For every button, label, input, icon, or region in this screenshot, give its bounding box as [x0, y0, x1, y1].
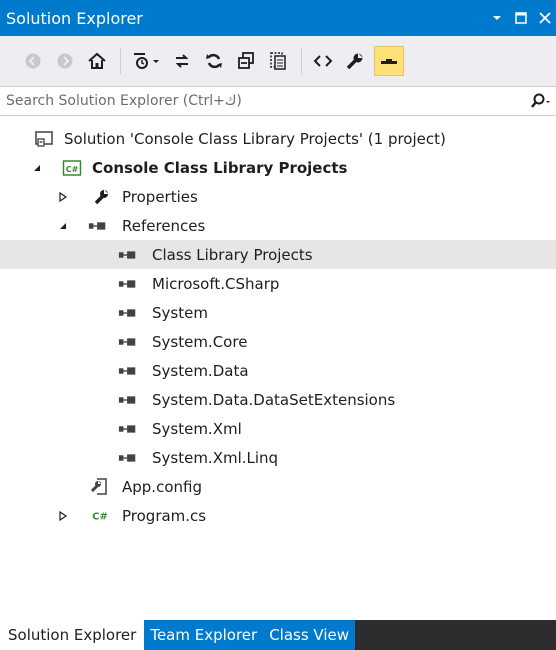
tab-solution-explorer[interactable]: Solution Explorer	[0, 620, 145, 650]
reference-label: System.Data.DataSetExtensions	[152, 390, 396, 409]
search-icon[interactable]	[526, 87, 556, 115]
reference-icon	[118, 390, 138, 410]
show-all-files-icon[interactable]	[265, 46, 291, 76]
tool-window-tabs: Solution Explorer Team Explorer Class Vi…	[0, 620, 556, 650]
reference-label: Class Library Projects	[152, 245, 313, 264]
config-file-icon	[90, 477, 110, 497]
close-icon[interactable]	[538, 11, 552, 25]
tab-team-explorer[interactable]: Team Explorer	[144, 620, 264, 650]
tree-row-reference[interactable]: System.Core	[0, 327, 556, 356]
expanded-arrow-icon[interactable]	[30, 161, 44, 175]
tree-row-properties[interactable]: Properties	[0, 182, 556, 211]
sync-icon[interactable]	[169, 46, 195, 76]
tab-class-view[interactable]: Class View	[263, 620, 356, 650]
svg-text:C#: C#	[92, 511, 108, 522]
window-title: Solution Explorer	[6, 8, 143, 28]
solution-icon	[34, 129, 54, 149]
search-box[interactable]: Search Solution Explorer (Ctrl+ك)	[0, 86, 556, 116]
view-code-icon[interactable]	[310, 46, 336, 76]
tree-row-reference[interactable]: System.Xml	[0, 414, 556, 443]
reference-label: System.Core	[152, 332, 248, 351]
tree-row-reference[interactable]: System.Data	[0, 356, 556, 385]
toolbar-separator	[120, 48, 121, 74]
reference-icon	[118, 361, 138, 381]
csharp-file-icon: C#	[90, 506, 110, 526]
solution-label: Solution 'Console Class Library Projects…	[64, 129, 446, 148]
title-bar: Solution Explorer	[0, 0, 556, 36]
references-icon	[88, 216, 108, 236]
svg-text:C#: C#	[66, 165, 79, 174]
refresh-icon[interactable]	[201, 46, 227, 76]
collapse-all-icon[interactable]	[233, 46, 259, 76]
reference-icon	[118, 274, 138, 294]
pending-changes-filter-icon[interactable]	[129, 46, 163, 76]
reference-label: System.Xml	[152, 419, 242, 438]
preview-selected-icon[interactable]	[374, 46, 404, 76]
reference-icon	[118, 448, 138, 468]
expanded-arrow-icon[interactable]	[56, 219, 70, 233]
tree-row-reference[interactable]: System.Xml.Linq	[0, 443, 556, 472]
tree-row-app-config[interactable]: App.config	[0, 472, 556, 501]
dropdown-icon[interactable]	[490, 11, 504, 25]
back-icon[interactable]	[20, 46, 46, 76]
tree-row-reference[interactable]: System.Data.DataSetExtensions	[0, 385, 556, 414]
reference-label: Microsoft.CSharp	[152, 274, 280, 293]
reference-icon	[118, 245, 138, 265]
reference-icon	[118, 332, 138, 352]
tree-row-reference[interactable]: Microsoft.CSharp	[0, 269, 556, 298]
tree-row-references[interactable]: References	[0, 211, 556, 240]
toolbar	[0, 36, 556, 86]
solution-tree: Solution 'Console Class Library Projects…	[0, 116, 556, 626]
project-label: Console Class Library Projects	[92, 158, 348, 177]
reference-label: System.Data	[152, 361, 249, 380]
toolbar-separator	[301, 48, 302, 74]
search-input[interactable]: Search Solution Explorer (Ctrl+ك)	[0, 93, 526, 109]
window-controls	[490, 0, 552, 36]
maximize-icon[interactable]	[514, 11, 528, 25]
tree-row-reference[interactable]: System	[0, 298, 556, 327]
properties-icon[interactable]	[342, 46, 368, 76]
properties-label: Properties	[122, 187, 198, 206]
reference-label: System.Xml.Linq	[152, 448, 279, 467]
reference-icon	[118, 303, 138, 323]
collapsed-arrow-icon[interactable]	[56, 190, 70, 204]
tree-row-program[interactable]: C# Program.cs	[0, 501, 556, 530]
collapsed-arrow-icon[interactable]	[56, 509, 70, 523]
tree-row-project[interactable]: C# Console Class Library Projects	[0, 153, 556, 182]
tree-row-reference[interactable]: Class Library Projects	[0, 240, 556, 269]
reference-label: System	[152, 303, 208, 322]
app-config-label: App.config	[122, 477, 202, 496]
program-label: Program.cs	[122, 506, 207, 525]
wrench-icon	[92, 187, 112, 207]
forward-icon[interactable]	[52, 46, 78, 76]
tree-row-solution[interactable]: Solution 'Console Class Library Projects…	[0, 124, 556, 153]
csharp-project-icon: C#	[62, 158, 82, 178]
reference-icon	[118, 419, 138, 439]
references-label: References	[122, 216, 206, 235]
home-icon[interactable]	[84, 46, 110, 76]
